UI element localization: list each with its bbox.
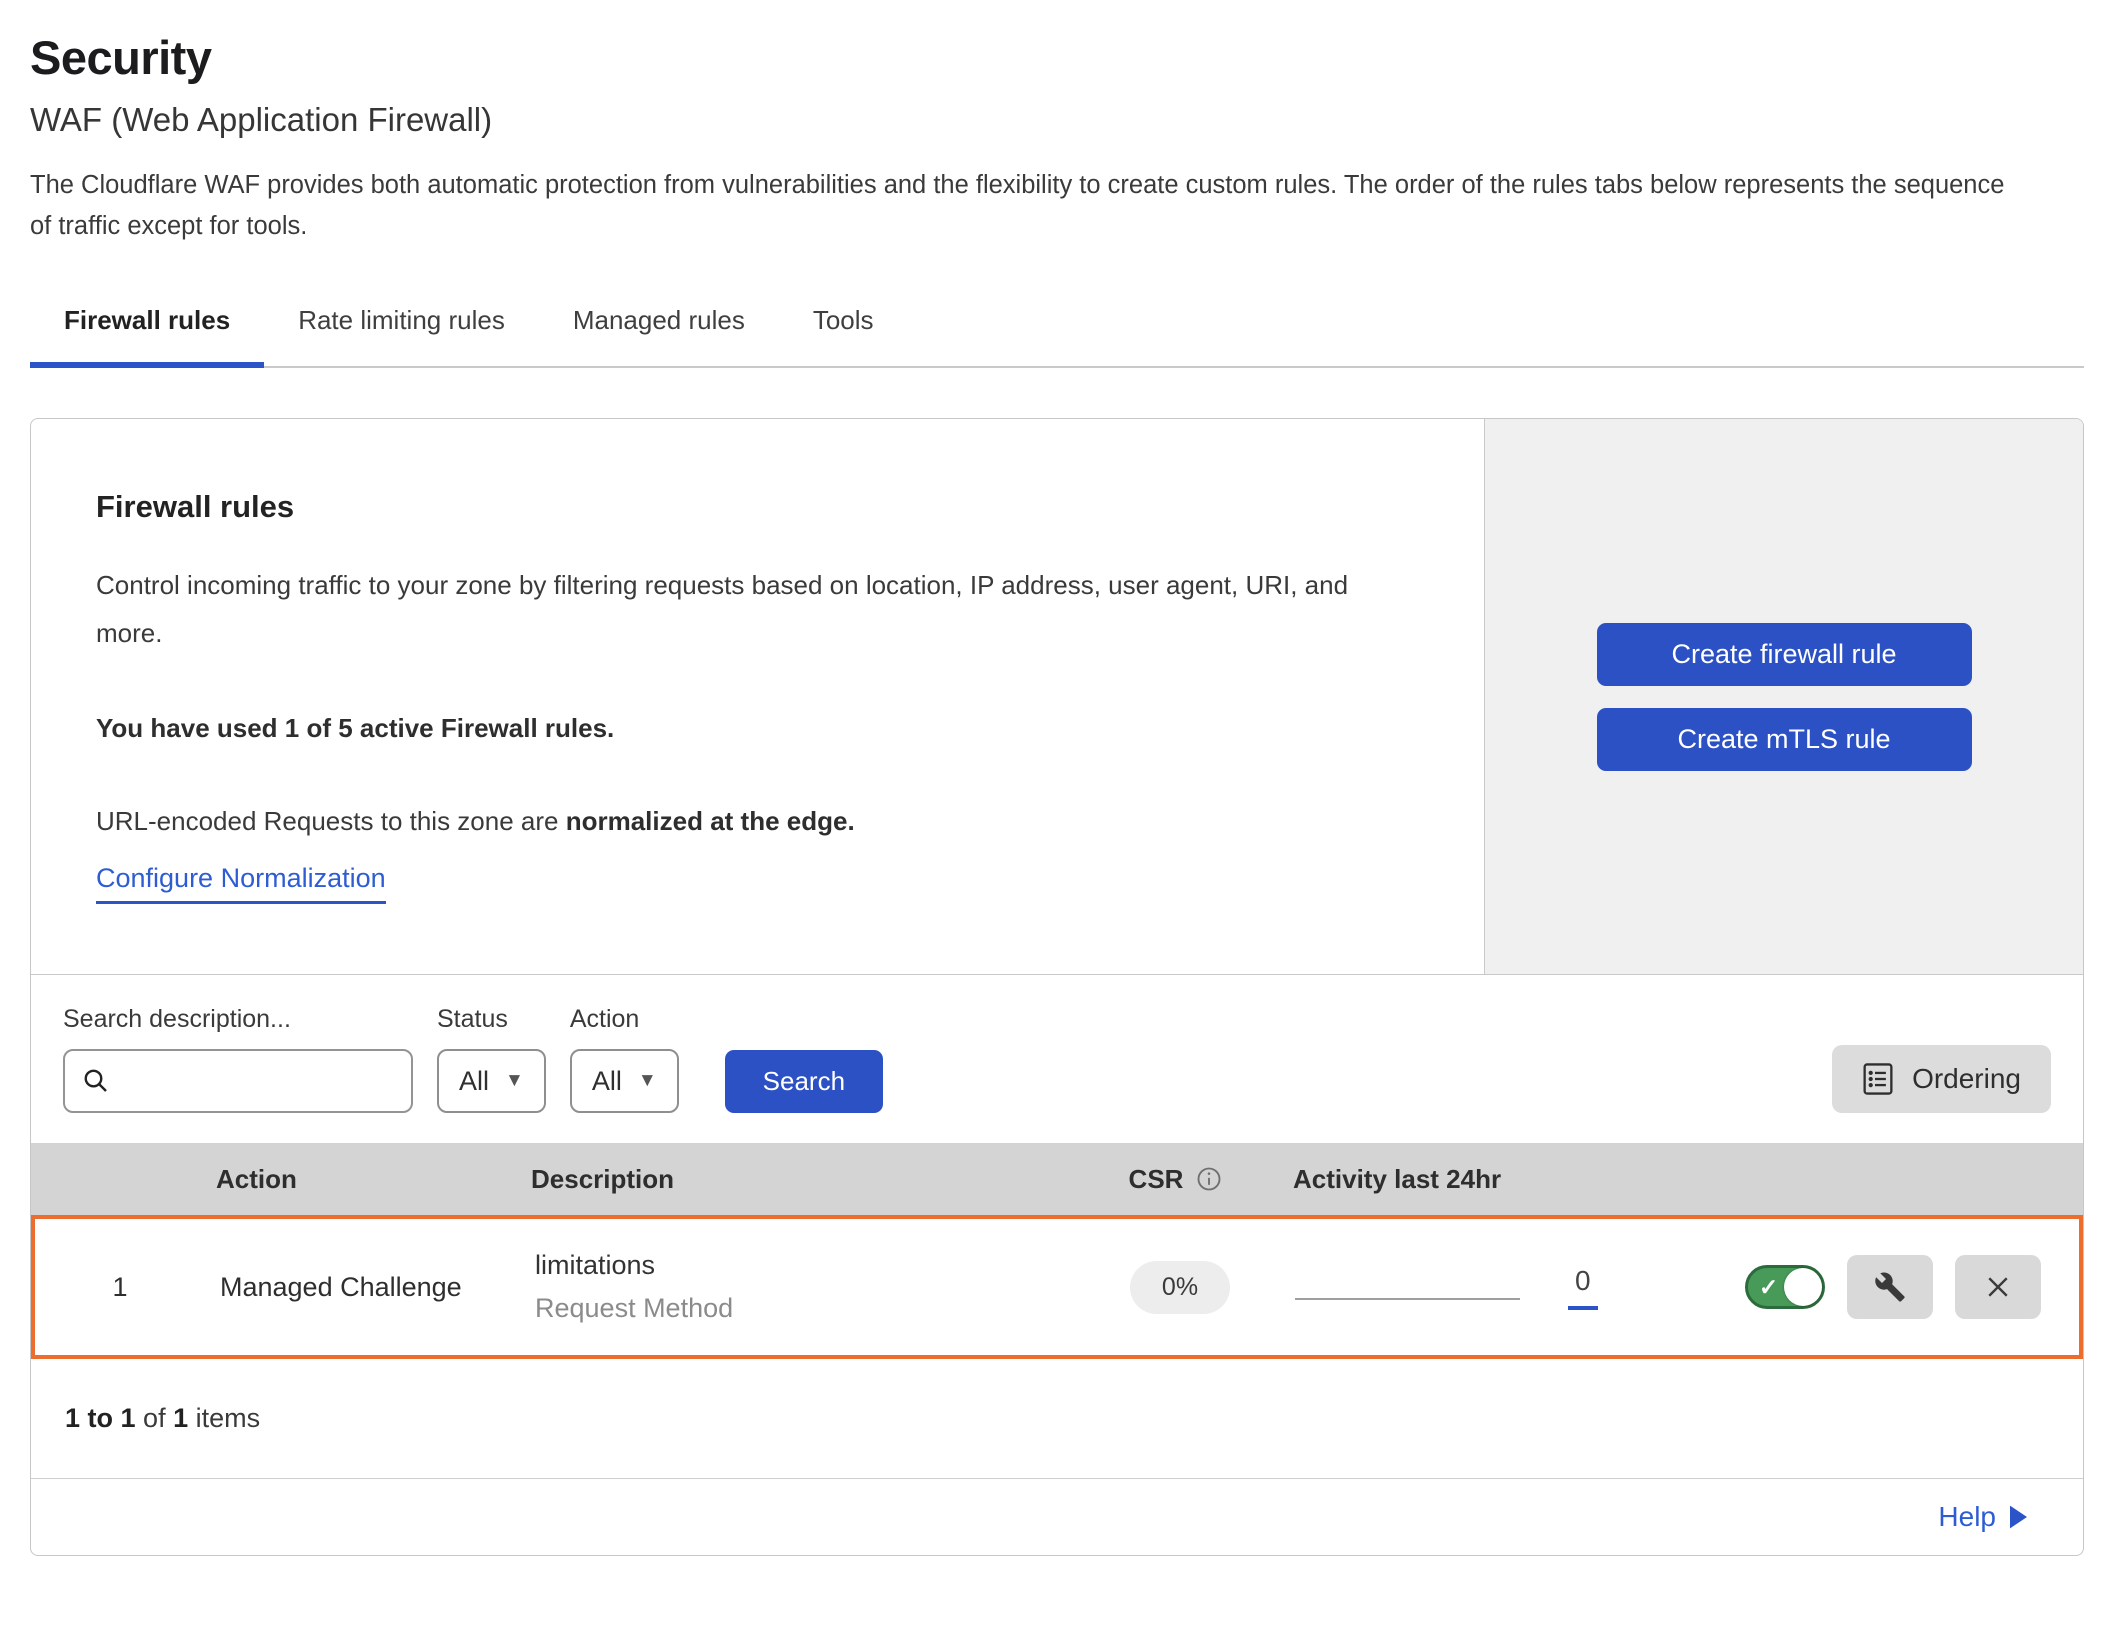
rule-description: limitations [535, 1250, 1065, 1281]
status-select[interactable]: All ▼ [437, 1049, 546, 1113]
create-firewall-rule-button[interactable]: Create firewall rule [1597, 623, 1972, 686]
normalization-note-text: URL-encoded Requests to this zone are [96, 806, 566, 836]
search-input[interactable] [121, 1066, 395, 1097]
status-label: Status [437, 1005, 546, 1034]
items-of: of [143, 1403, 166, 1433]
configure-normalization-link[interactable]: Configure Normalization [96, 863, 386, 904]
chevron-down-icon: ▼ [505, 1070, 524, 1092]
items-label: items [196, 1403, 261, 1433]
table-row: 1 Managed Challenge limitations Request … [35, 1219, 2079, 1355]
tab-rate-limiting-rules[interactable]: Rate limiting rules [264, 291, 539, 368]
tab-firewall-rules[interactable]: Firewall rules [30, 291, 264, 368]
create-mtls-rule-button[interactable]: Create mTLS rule [1597, 708, 1972, 771]
toggle-knob [1784, 1268, 1822, 1306]
rule-priority: 1 [35, 1272, 205, 1303]
action-select[interactable]: All ▼ [570, 1049, 679, 1113]
rule-description-cell: limitations Request Method [535, 1250, 1065, 1324]
header-action: Action [201, 1164, 531, 1195]
search-button[interactable]: Search [725, 1050, 883, 1113]
ordering-button-label: Ordering [1912, 1063, 2021, 1095]
overview-section: Firewall rules Control incoming traffic … [31, 419, 2083, 975]
check-icon: ✓ [1759, 1276, 1778, 1299]
search-label: Search description... [63, 1005, 413, 1034]
activity-sparkline [1295, 1298, 1520, 1300]
create-actions-panel: Create firewall rule Create mTLS rule [1484, 419, 2083, 974]
action-select-value: All [592, 1066, 622, 1097]
close-icon [1983, 1272, 2013, 1302]
wrench-icon [1874, 1271, 1906, 1303]
overview-heading: Firewall rules [96, 489, 1424, 525]
firewall-rules-card: Firewall rules Control incoming traffic … [30, 418, 2084, 1556]
tab-tools[interactable]: Tools [779, 291, 908, 368]
header-csr-label: CSR [1129, 1164, 1184, 1195]
csr-badge: 0% [1130, 1261, 1230, 1314]
activity-count-link[interactable]: 0 [1568, 1265, 1598, 1310]
delete-rule-button[interactable] [1955, 1255, 2041, 1319]
header-csr: CSR [1061, 1164, 1291, 1195]
info-icon[interactable] [1195, 1165, 1223, 1193]
help-row: Help [31, 1478, 2083, 1555]
rule-activity-cell: 0 [1295, 1265, 1745, 1310]
rule-enabled-toggle[interactable]: ✓ [1745, 1265, 1825, 1309]
page-description: The Cloudflare WAF provides both automat… [30, 165, 2020, 247]
waf-tabs: Firewall rules Rate limiting rules Manag… [30, 291, 2084, 368]
rules-table-header: Action Description CSR Activity last 24h… [31, 1143, 2083, 1215]
usage-summary: You have used 1 of 5 active Firewall rul… [96, 713, 1424, 744]
normalization-note-bold: normalized at the edge. [566, 806, 855, 836]
items-summary: 1 to 1 of 1 items [31, 1359, 2083, 1478]
chevron-down-icon: ▼ [638, 1070, 657, 1092]
status-select-value: All [459, 1066, 489, 1097]
overview-text: Firewall rules Control incoming traffic … [31, 419, 1484, 974]
rule-controls: ✓ [1745, 1255, 2079, 1319]
ordering-button[interactable]: Ordering [1832, 1045, 2051, 1113]
items-total: 1 [173, 1403, 188, 1433]
page-subtitle: WAF (Web Application Firewall) [30, 101, 2084, 139]
search-field: Search description... [63, 1005, 413, 1113]
action-field: Action All ▼ [570, 1005, 679, 1113]
waf-page: Security WAF (Web Application Firewall) … [0, 0, 2114, 1556]
ordering-list-icon [1862, 1062, 1894, 1096]
rule-action: Managed Challenge [205, 1272, 535, 1303]
page-title: Security [30, 0, 2084, 85]
help-link-label: Help [1938, 1501, 1996, 1533]
normalization-note: URL-encoded Requests to this zone are no… [96, 806, 1424, 837]
overview-description: Control incoming traffic to your zone by… [96, 561, 1406, 657]
action-label: Action [570, 1005, 679, 1034]
header-activity: Activity last 24hr [1291, 1164, 1741, 1195]
filter-bar: Search description... Status All ▼ [31, 975, 2083, 1143]
arrow-right-icon [2010, 1505, 2027, 1529]
rule-row-highlight: 1 Managed Challenge limitations Request … [31, 1215, 2083, 1359]
edit-rule-button[interactable] [1847, 1255, 1933, 1319]
rule-description-detail: Request Method [535, 1293, 1065, 1324]
status-field: Status All ▼ [437, 1005, 546, 1113]
items-range: 1 to 1 [65, 1403, 136, 1433]
search-input-box[interactable] [63, 1049, 413, 1113]
rule-csr-cell: 0% [1065, 1261, 1295, 1314]
search-icon [81, 1066, 111, 1096]
tab-managed-rules[interactable]: Managed rules [539, 291, 779, 368]
help-link[interactable]: Help [1938, 1501, 2027, 1533]
header-description: Description [531, 1164, 1061, 1195]
